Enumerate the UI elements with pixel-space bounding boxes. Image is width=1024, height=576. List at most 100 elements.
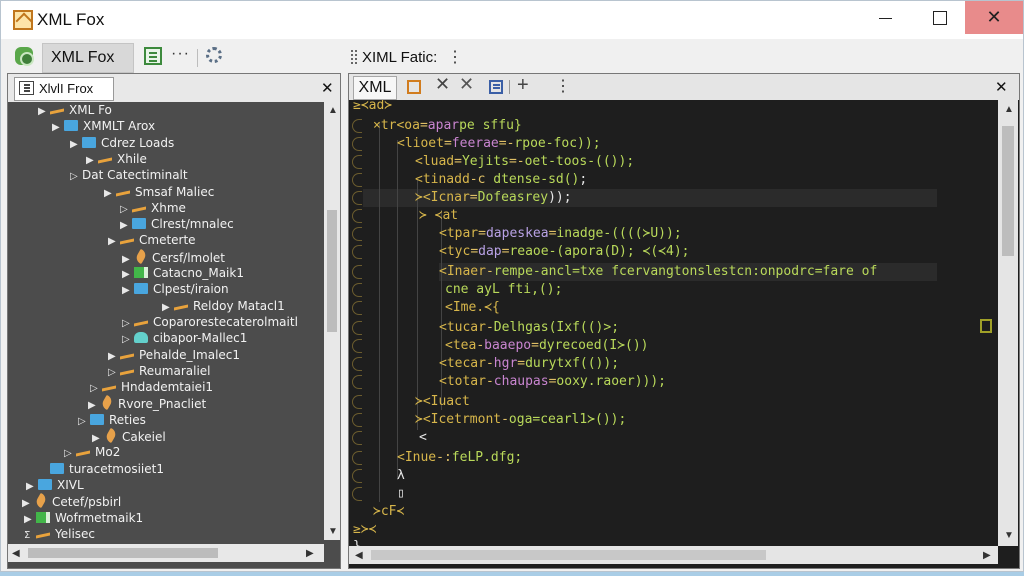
expand-toggle-icon[interactable]: ▶: [122, 254, 134, 265]
fox-app-icon[interactable]: [15, 47, 34, 66]
code-line[interactable]: <Inue-:feLP.dfg;: [397, 449, 522, 467]
fold-bracket-icon[interactable]: [352, 283, 362, 297]
code-line[interactable]: <tecar-hgr=durytxf(());: [439, 355, 619, 373]
tree-item[interactable]: ▶ Cdrez Loads: [70, 136, 174, 153]
gear-icon[interactable]: [206, 47, 222, 63]
tree-hscroll-thumb[interactable]: [28, 548, 218, 558]
fold-bracket-icon[interactable]: [352, 339, 362, 353]
tree-item[interactable]: ▶ Pehalde_Imalec1: [108, 348, 240, 365]
expand-toggle-icon[interactable]: ▶: [104, 188, 116, 199]
fold-bracket-icon[interactable]: [352, 137, 362, 151]
code-line[interactable]: <tyc=dap=reaoe-(apora(D); ≺(≺4);: [439, 243, 689, 261]
tree-vertical-scrollbar[interactable]: ▲ ▼: [324, 102, 340, 540]
code-line[interactable]: ≥≻≺: [353, 521, 376, 539]
fold-bracket-icon[interactable]: [352, 321, 362, 335]
expand-toggle-icon[interactable]: ▶: [108, 236, 120, 247]
fold-bracket-icon[interactable]: [352, 245, 362, 259]
tree-item[interactable]: ▶ XML Fo: [38, 103, 112, 120]
tree-item[interactable]: ▶ Clrest/mnalec: [120, 217, 234, 234]
expand-toggle-icon[interactable]: ▷: [78, 416, 90, 427]
code-line[interactable]: <Inaer-rempe-ancl=txe fcervangtonslestcn…: [439, 263, 877, 281]
fold-bracket-icon[interactable]: [352, 265, 362, 279]
editor-hscroll-thumb[interactable]: [371, 550, 766, 560]
fold-bracket-icon[interactable]: [352, 413, 362, 427]
tree-item[interactable]: ▶ Cetef/psbirl: [22, 493, 121, 511]
tree-item[interactable]: ▶ Reldoy Matacl1: [162, 299, 285, 316]
scroll-up-icon[interactable]: ▲: [328, 105, 338, 116]
code-line[interactable]: <lioet=feerae=-rpoe-foc));: [397, 135, 601, 153]
editor-scroll-thumb[interactable]: [1002, 126, 1014, 256]
expand-toggle-icon[interactable]: ▶: [26, 481, 38, 492]
tree-item[interactable]: ▷ Hndademtaiei1: [90, 380, 213, 397]
tree-item[interactable]: ▷ cibapor-Mallec1: [122, 331, 247, 348]
tree-item[interactable]: ▷ Coparorestecaterolmaitl: [122, 315, 298, 332]
code-line[interactable]: <tucar-Delhgas(Ixf(()>;: [439, 319, 619, 337]
code-line[interactable]: <Ime.≺{: [445, 299, 500, 317]
cut-icon[interactable]: ✕: [435, 74, 450, 95]
code-line[interactable]: ▯: [397, 485, 405, 503]
tree-item[interactable]: ▷ Mo2: [64, 445, 120, 462]
fold-bracket-icon[interactable]: [352, 227, 362, 241]
code-area[interactable]: ≥≺ad≻ ×tr<oa=aparpe sffu} <lioet=feerae=-r…: [349, 100, 995, 546]
fold-bracket-icon[interactable]: [352, 357, 362, 371]
bookmark-marker-icon[interactable]: [980, 319, 992, 333]
fold-bracket-icon[interactable]: [352, 301, 362, 315]
editor-vertical-scrollbar[interactable]: ▲ ▼: [998, 100, 1018, 546]
tree-item[interactable]: ▶ Smsaf Maliec: [104, 185, 214, 202]
tree-scroll-thumb[interactable]: [327, 210, 337, 332]
expand-toggle-icon[interactable]: ▶: [86, 155, 98, 166]
expand-toggle-icon[interactable]: ▷: [122, 318, 134, 329]
code-line[interactable]: ≻<Icnar=Dofeasrey));: [415, 189, 572, 207]
expand-toggle-icon[interactable]: ▷: [122, 334, 134, 345]
editor-horizontal-scrollbar[interactable]: ◀ ▶: [349, 546, 998, 564]
fold-bracket-icon[interactable]: [352, 155, 362, 169]
expand-toggle-icon[interactable]: ▷: [120, 204, 132, 215]
editor-scroll-left-icon[interactable]: ◀: [355, 550, 363, 561]
tree-item[interactable]: ▷ Dat Catectiminalt: [70, 168, 188, 185]
code-line[interactable]: <tinadd-c dtense-sd();: [415, 171, 587, 189]
tab-xml-fox[interactable]: XML Fox: [42, 43, 134, 73]
add-icon[interactable]: +: [517, 74, 529, 97]
expand-toggle-icon[interactable]: ▶: [70, 139, 82, 150]
code-line[interactable]: <luad=Yejits=-oet-toos-(());: [415, 153, 634, 171]
tree-horizontal-scrollbar[interactable]: ◀ ▶: [8, 544, 324, 562]
fold-bracket-icon[interactable]: [352, 209, 362, 223]
code-line[interactable]: ≻cF≺: [373, 503, 404, 521]
scroll-left-icon[interactable]: ◀: [12, 548, 20, 559]
expand-toggle-icon[interactable]: ▷: [64, 448, 76, 459]
fold-bracket-icon[interactable]: [352, 395, 362, 409]
expand-toggle-icon[interactable]: ▶: [122, 285, 134, 296]
scroll-down-icon[interactable]: ▼: [328, 526, 338, 537]
code-line[interactable]: ≻<Iuact: [415, 393, 470, 411]
fold-bracket-icon[interactable]: [352, 191, 362, 205]
tree-item[interactable]: ▶ Wofrmetmaik1: [24, 511, 143, 528]
minimize-button[interactable]: [857, 1, 915, 34]
fold-bracket-icon[interactable]: [352, 173, 362, 187]
editor-scroll-down-icon[interactable]: ▼: [1004, 530, 1014, 541]
maximize-button[interactable]: [911, 1, 969, 34]
fold-bracket-icon[interactable]: [352, 487, 362, 501]
fold-bracket-icon[interactable]: [352, 375, 362, 389]
tab-xml[interactable]: XML: [353, 76, 397, 100]
tree-item[interactable]: Σ Yelisec: [24, 527, 95, 542]
more-options-button[interactable]: ···: [171, 45, 190, 63]
tree-item[interactable]: ▶ Clpest/iraion: [122, 282, 229, 299]
code-line[interactable]: <tpar=dapeskea=inadge-((((≻U));: [439, 225, 682, 243]
tree-item[interactable]: turacetmosiiet1: [38, 462, 164, 479]
tree-item[interactable]: ▷ Reumaraliel: [108, 364, 211, 381]
expand-toggle-icon[interactable]: ▶: [162, 302, 174, 313]
close-tree-panel-button[interactable]: ✕: [321, 79, 334, 97]
code-line[interactable]: ×tr<oa=aparpe sffu}: [373, 117, 522, 135]
code-line[interactable]: cne ayL fti,();: [445, 281, 562, 299]
code-line[interactable]: }: [353, 538, 361, 546]
tree-view-icon[interactable]: [144, 47, 162, 65]
expand-toggle-icon[interactable]: ▶: [24, 514, 36, 525]
tree-item[interactable]: ▷ Xhme: [120, 201, 186, 218]
tree-item[interactable]: ▶ Cakeiel: [92, 427, 166, 446]
editor-scroll-up-icon[interactable]: ▲: [1004, 104, 1014, 115]
code-line[interactable]: λ: [397, 467, 405, 485]
expand-toggle-icon[interactable]: ▷: [108, 367, 120, 378]
expand-toggle-icon[interactable]: ▶: [52, 122, 64, 133]
fold-bracket-icon[interactable]: [352, 431, 362, 445]
code-line[interactable]: <totar-chaupas=ooxy.raoer)));: [439, 373, 666, 391]
